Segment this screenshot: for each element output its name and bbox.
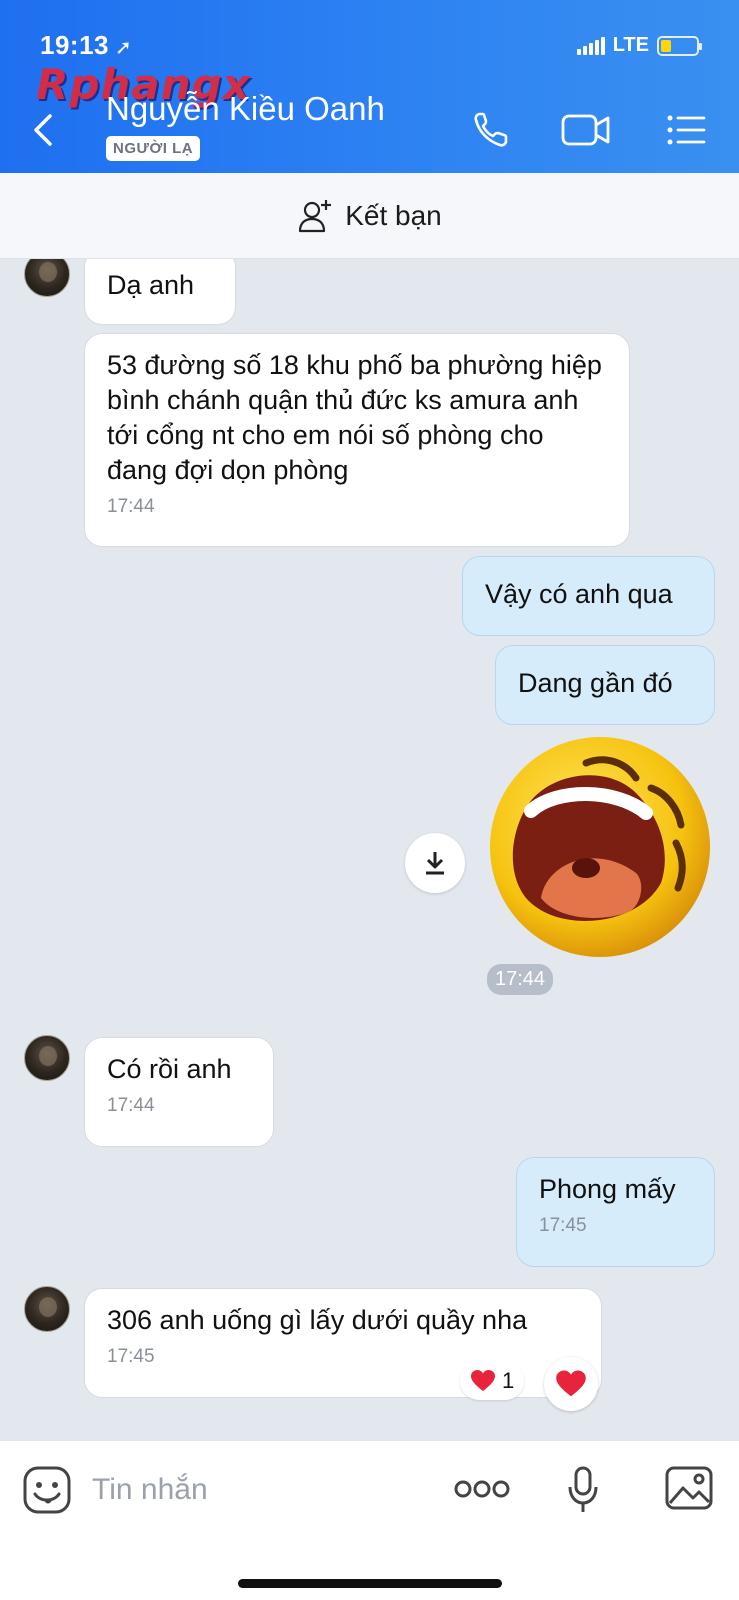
- message-bubble-incoming[interactable]: Dạ anh: [84, 259, 236, 325]
- add-friend-button[interactable]: Kết bạn: [0, 173, 739, 259]
- location-arrow-icon: ➚: [115, 37, 133, 59]
- phone-icon[interactable]: [470, 108, 516, 152]
- message-text: 53 đường số 18 khu phố ba phường hiệp bì…: [107, 350, 602, 485]
- sticker-time: 17:44: [487, 964, 554, 995]
- message-input[interactable]: [92, 1467, 432, 1513]
- contact-avatar[interactable]: [24, 1286, 70, 1332]
- signal-icon: [576, 36, 605, 55]
- message-text: Phong mấy: [539, 1174, 676, 1204]
- react-button[interactable]: [544, 1357, 598, 1411]
- message-bubble-incoming[interactable]: 306 anh uống gì lấy dưới quầy nha 17:45: [84, 1288, 602, 1398]
- status-time-text: 19:13: [40, 30, 109, 60]
- laughing-sticker[interactable]: [486, 733, 714, 961]
- message-time: 17:45: [539, 1215, 587, 1236]
- message-text: Có rồi anh: [107, 1054, 232, 1084]
- contact-avatar[interactable]: [24, 1035, 70, 1081]
- contact-name[interactable]: Nguyễn Kiều Oanh: [106, 90, 385, 128]
- message-time: 17:44: [107, 1095, 155, 1116]
- heart-icon: [471, 1370, 495, 1391]
- message-bubble-outgoing[interactable]: Vậy có anh qua: [462, 556, 715, 636]
- message-input-bar: [0, 1440, 739, 1600]
- back-icon[interactable]: [26, 108, 62, 152]
- battery-icon: [657, 35, 702, 56]
- heart-icon: [556, 1370, 586, 1397]
- microphone-icon[interactable]: [566, 1465, 600, 1515]
- message-text: Dang gần đó: [518, 668, 673, 698]
- status-time: 19:13 ➚: [40, 30, 132, 61]
- menu-icon[interactable]: [664, 108, 710, 152]
- video-call-icon[interactable]: [560, 108, 612, 152]
- message-text: 306 anh uống gì lấy dưới quầy nha: [107, 1305, 528, 1335]
- download-button[interactable]: [405, 833, 465, 893]
- contact-avatar[interactable]: [24, 259, 70, 297]
- message-text: Vậy có anh qua: [485, 579, 673, 609]
- message-bubble-incoming[interactable]: 53 đường số 18 khu phố ba phường hiệp bì…: [84, 333, 630, 547]
- message-list[interactable]: Dạ anh 53 đường số 18 khu phố ba phường …: [0, 259, 739, 1440]
- message-bubble-outgoing[interactable]: Dang gần đó: [495, 645, 715, 725]
- stranger-badge: NGƯỜI LẠ: [106, 136, 201, 161]
- image-icon[interactable]: [664, 1465, 714, 1511]
- sticker-icon[interactable]: [22, 1465, 72, 1515]
- add-friend-icon: [299, 199, 332, 232]
- message-bubble-incoming[interactable]: Có rồi anh 17:44: [84, 1037, 274, 1147]
- network-label: LTE: [612, 34, 649, 56]
- reaction-summary[interactable]: 1: [460, 1362, 525, 1400]
- reaction-count: 1: [502, 1368, 515, 1393]
- chat-header: 19:13 ➚ LTE Rphangx Nguyễn Kiều Oanh NGƯỜ…: [0, 0, 739, 173]
- add-friend-label: Kết bạn: [345, 199, 442, 231]
- status-right: LTE: [576, 34, 702, 57]
- home-indicator: [238, 1579, 502, 1588]
- download-icon: [426, 852, 444, 875]
- message-time: 17:44: [107, 496, 155, 517]
- more-options-icon[interactable]: [454, 1471, 510, 1507]
- message-text: Dạ anh: [107, 270, 195, 300]
- message-bubble-outgoing[interactable]: Phong mấy 17:45: [516, 1157, 715, 1267]
